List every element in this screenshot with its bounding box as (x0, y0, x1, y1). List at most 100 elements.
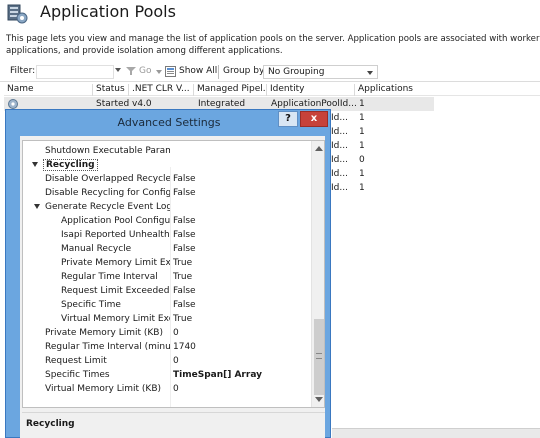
property-name: Specific Time (61, 300, 121, 310)
column-header-identity[interactable]: Identity (267, 84, 355, 96)
property-name: Generate Recycle Event Log Entr (45, 202, 170, 212)
property-row[interactable]: Disable Overlapped Recycle False (23, 172, 311, 186)
page-header: Application Pools (0, 0, 540, 30)
cell-applications: 1 (359, 113, 365, 123)
cell-identity: Id... (331, 113, 348, 123)
cell-applications: 1 (359, 169, 365, 179)
cell-identity: Id... (331, 183, 348, 193)
close-button[interactable]: x (300, 111, 328, 127)
page-description-line1: This page lets you view and manage the l… (6, 34, 540, 44)
property-row[interactable]: Request Limit 0 (23, 354, 311, 368)
property-row[interactable]: Regular Time Interval True (23, 270, 311, 284)
scroll-up-arrow-icon[interactable] (315, 146, 323, 151)
property-row[interactable]: Virtual Memory Limit Exceed True (23, 312, 311, 326)
cell-applications: 1 (359, 127, 365, 137)
property-row[interactable]: Virtual Memory Limit (KB) 0 (23, 382, 311, 396)
property-name: Request Limit Exceeded (61, 286, 170, 296)
property-row[interactable]: Isapi Reported Unhealthy False (23, 228, 311, 242)
cell-clr-version: v4.0 (132, 99, 152, 109)
property-value: False (173, 216, 196, 226)
cell-managed-pipeline: Integrated (198, 99, 246, 109)
scroll-down-arrow-icon[interactable] (315, 397, 323, 402)
property-description-panel: Recycling (22, 412, 325, 438)
advanced-settings-dialog: Advanced Settings ? x Shutdown Executabl… (5, 109, 331, 438)
property-row[interactable]: Manual Recycle False (23, 242, 311, 256)
collapse-triangle-icon[interactable] (34, 204, 40, 209)
property-row[interactable]: Shutdown Executable Parameter (23, 144, 311, 158)
property-name: Isapi Reported Unhealthy (61, 230, 170, 240)
filter-label: Filter: (10, 66, 36, 76)
go-label: Go (139, 66, 152, 76)
help-button[interactable]: ? (278, 111, 298, 127)
cell-applications: 1 (359, 183, 365, 193)
property-name: Private Memory Limit (KB) (45, 328, 163, 338)
cell-applications: 0 (359, 155, 365, 165)
dialog-body: Shutdown Executable Parameter Recycling … (20, 136, 325, 438)
cell-applications: 1 (359, 99, 365, 109)
property-name: Regular Time Interval (61, 272, 158, 282)
property-name: Virtual Memory Limit (KB) (45, 384, 162, 394)
property-row[interactable]: Disable Recycling for Configurat False (23, 186, 311, 200)
property-grid: Shutdown Executable Parameter Recycling … (22, 140, 325, 408)
cell-applications: 1 (359, 141, 365, 151)
property-value: True (173, 258, 193, 268)
filter-dropdown-arrow-icon[interactable] (115, 68, 121, 72)
column-header-status[interactable]: Status (93, 84, 129, 96)
property-value: 0 (173, 356, 179, 366)
property-name: Disable Overlapped Recycle (45, 174, 170, 184)
group-by-select[interactable]: No Grouping (263, 65, 378, 79)
grip-icon (316, 353, 322, 359)
property-row[interactable]: Application Pool Configurat False (23, 214, 311, 228)
property-value: False (173, 300, 196, 310)
cell-identity: Id... (331, 169, 348, 179)
application-pools-icon (7, 4, 28, 24)
property-category-recycling[interactable]: Recycling (23, 158, 311, 172)
property-category-label: Recycling (43, 159, 98, 171)
column-header-name[interactable]: Name (4, 84, 93, 96)
property-value: 1740 (173, 342, 196, 352)
property-row[interactable]: Private Memory Limit (KB) 0 (23, 326, 311, 340)
property-value: 0 (173, 384, 179, 394)
column-header-managed-pipeline[interactable]: Managed Pipel... (194, 84, 267, 96)
property-name: Manual Recycle (61, 244, 132, 254)
property-value: 0 (173, 328, 179, 338)
property-value: True (173, 314, 193, 324)
property-name: Shutdown Executable Parameter (45, 146, 170, 156)
property-value: False (173, 230, 196, 240)
chevron-down-icon (367, 71, 373, 75)
group-by-value: No Grouping (268, 67, 325, 77)
property-name: Private Memory Limit Exceed (61, 258, 170, 268)
cell-identity: Id... (331, 155, 348, 165)
toolbar-separator (218, 65, 219, 79)
property-value: False (173, 244, 196, 254)
cell-identity: Id... (331, 141, 348, 151)
description-title: Recycling (26, 419, 75, 429)
property-row[interactable]: Private Memory Limit Exceed True (23, 256, 311, 270)
property-row[interactable]: Regular Time Interval (minutes) 1740 (23, 340, 311, 354)
property-value: TimeSpan[] Array (173, 370, 262, 380)
vertical-scrollbar[interactable] (311, 141, 324, 407)
page-title: Application Pools (40, 2, 176, 21)
column-header-applications[interactable]: Applications (355, 84, 435, 96)
grid-header: Name Status .NET CLR V... Managed Pipel.… (4, 83, 540, 96)
cell-identity: Id... (331, 127, 348, 137)
group-by-label: Group by: (223, 66, 267, 76)
cell-identity: ApplicationPoolId... (271, 99, 357, 109)
status-strip (332, 428, 540, 438)
property-value: False (173, 188, 196, 198)
page-description: This page lets you view and manage the l… (6, 34, 540, 57)
property-value: False (173, 174, 196, 184)
show-all-label: Show All (179, 66, 218, 76)
column-header-clr-version[interactable]: .NET CLR V... (129, 84, 194, 96)
scrollbar-thumb[interactable] (314, 319, 324, 395)
property-row[interactable]: Request Limit Exceeded False (23, 284, 311, 298)
app-pool-icon (8, 99, 18, 109)
cell-status: Started (96, 99, 130, 109)
property-name: Disable Recycling for Configurat (45, 188, 170, 198)
go-dropdown-arrow-icon (156, 70, 162, 74)
collapse-triangle-icon[interactable] (32, 162, 38, 167)
filter-input[interactable] (36, 65, 114, 79)
property-row[interactable]: Generate Recycle Event Log Entr (23, 200, 311, 214)
property-row[interactable]: Specific Time False (23, 298, 311, 312)
property-row[interactable]: Specific Times TimeSpan[] Array (23, 368, 311, 382)
